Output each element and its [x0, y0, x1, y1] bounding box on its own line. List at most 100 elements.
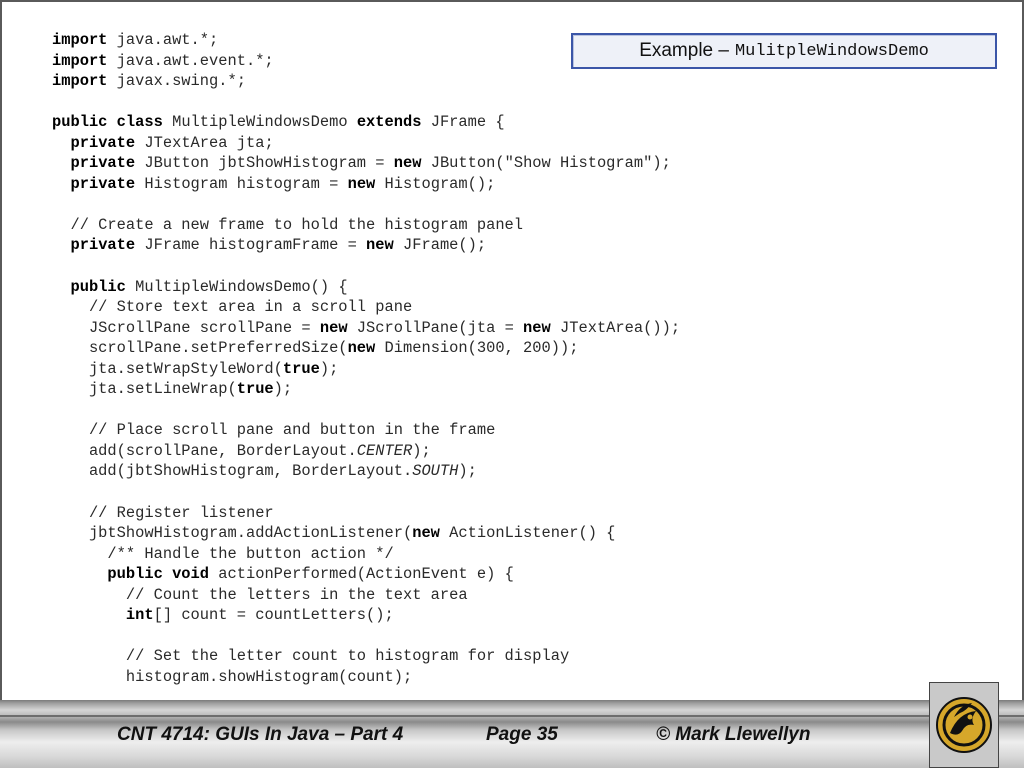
code-text: JButton("Show Histogram");: [421, 154, 671, 173]
code-text: JFrame();: [393, 236, 487, 255]
code-line: private JButton jbtShowHistogram = new J…: [52, 153, 680, 174]
code-keyword: public void: [107, 565, 210, 584]
code-text: MultipleWindowsDemo() {: [125, 277, 348, 296]
code-line: JScrollPane scrollPane = new JScrollPane…: [52, 318, 680, 339]
code-line: // Count the letters in the text area: [52, 585, 680, 606]
code-text: /** Handle the button action */: [52, 544, 394, 563]
code-text: JFrame histogramFrame =: [135, 236, 367, 255]
code-text: JTextArea());: [550, 318, 681, 337]
code-keyword: private: [70, 236, 136, 255]
code-keyword: new: [412, 524, 440, 543]
code-text: [] count = countLetters();: [153, 606, 394, 625]
code-line: int[] count = countLetters();: [52, 605, 680, 626]
code-keyword: import: [52, 31, 108, 49]
code-text: actionPerformed(ActionEvent e) {: [209, 565, 514, 584]
code-line: private Histogram histogram = new Histog…: [52, 174, 680, 195]
code-text: JScrollPane scrollPane =: [52, 318, 320, 337]
footer-stripe: [0, 715, 1024, 717]
code-text: java.awt.*;: [107, 31, 219, 49]
code-line: add(jbtShowHistogram, BorderLayout.SOUTH…: [52, 461, 680, 482]
code-keyword: import: [52, 72, 108, 91]
slide-title-prefix: Example –: [639, 40, 729, 61]
code-keyword: new: [393, 154, 422, 173]
code-line: scrollPane.setPreferredSize(new Dimensio…: [52, 338, 680, 359]
code-keyword: new: [347, 174, 376, 193]
code-line: public void actionPerformed(ActionEvent …: [52, 564, 680, 585]
code-listing: import java.awt.*; import java.awt.event.…: [52, 30, 680, 688]
code-line: import javax.swing.*;: [52, 71, 680, 92]
code-text: Histogram();: [375, 174, 496, 193]
code-line: // Set the letter count to histogram for…: [52, 646, 680, 667]
code-keyword: int: [125, 606, 154, 625]
code-text: // Count the letters in the text area: [52, 585, 468, 604]
footer-author: © Mark Llewellyn: [656, 724, 811, 745]
code-constant: CENTER: [356, 441, 413, 460]
code-line: // Create a new frame to hold the histog…: [52, 215, 680, 236]
code-text: // Place scroll pane and button in the f…: [52, 421, 496, 440]
code-keyword: new: [319, 318, 348, 337]
code-keyword: true: [282, 359, 320, 378]
code-line: private JFrame histogramFrame = new JFra…: [52, 235, 680, 256]
logo-frame: [929, 682, 999, 768]
code-text: jbtShowHistogram.addActionListener(: [52, 524, 413, 543]
footer-course: CNT 4714: GUIs In Java – Part 4: [117, 724, 404, 745]
code-text: JFrame {: [421, 113, 505, 132]
code-text: JScrollPane(jta =: [347, 318, 524, 337]
code-keyword: private: [70, 174, 136, 193]
code-text: histogram.showHistogram(count);: [52, 667, 413, 686]
footer-page-number: Page 35: [486, 724, 558, 745]
code-text: scrollPane.setPreferredSize(: [52, 339, 348, 358]
code-line: private JTextArea jta;: [52, 133, 680, 154]
code-keyword: private: [70, 154, 136, 173]
code-text: );: [412, 441, 431, 460]
code-text: // Store text area in a scroll pane: [52, 298, 413, 317]
code-keyword: import: [52, 51, 108, 70]
code-text: java.awt.event.*;: [107, 51, 274, 70]
code-line: public MultipleWindowsDemo() {: [52, 277, 680, 298]
code-text: );: [319, 359, 339, 378]
code-keyword: extends: [356, 113, 422, 132]
code-text: JTextArea jta;: [135, 133, 274, 152]
code-text: Dimension(300, 200));: [375, 339, 579, 358]
code-line: jta.setLineWrap(true);: [52, 379, 680, 400]
code-keyword: true: [236, 380, 274, 399]
code-text: // Register listener: [52, 503, 274, 522]
code-text: add(jbtShowHistogram, BorderLayout.: [52, 462, 413, 481]
code-line: /** Handle the button action */: [52, 544, 680, 565]
code-text: jta.setWrapStyleWord(: [52, 359, 283, 378]
code-text: Histogram histogram =: [135, 174, 348, 193]
code-line: public class MultipleWindowsDemo extends…: [52, 112, 680, 133]
code-text: JButton jbtShowHistogram =: [135, 154, 394, 173]
code-line: add(scrollPane, BorderLayout.CENTER);: [52, 441, 680, 462]
code-line: histogram.showHistogram(count);: [52, 667, 680, 688]
code-keyword: public class: [52, 113, 163, 132]
code-text: );: [273, 380, 293, 399]
slide-title-classname: MulitpleWindowsDemo: [734, 41, 929, 61]
code-keyword: new: [366, 236, 394, 255]
code-constant: SOUTH: [412, 462, 459, 481]
code-text: // Set the letter count to histogram for…: [52, 647, 570, 666]
code-line: jta.setWrapStyleWord(true);: [52, 359, 680, 380]
code-text: // Create a new frame to hold the histog…: [52, 215, 524, 234]
slide-border-left: [0, 0, 2, 700]
code-line: // Place scroll pane and button in the f…: [52, 420, 680, 441]
code-keyword: private: [70, 133, 136, 152]
code-text: javax.swing.*;: [107, 72, 246, 91]
slide-title-box: Example – MulitpleWindowsDemo: [571, 33, 997, 69]
code-line: jbtShowHistogram.addActionListener(new A…: [52, 523, 680, 544]
code-text: );: [458, 462, 477, 481]
slide: import java.awt.*; import java.awt.event.…: [0, 0, 1024, 768]
